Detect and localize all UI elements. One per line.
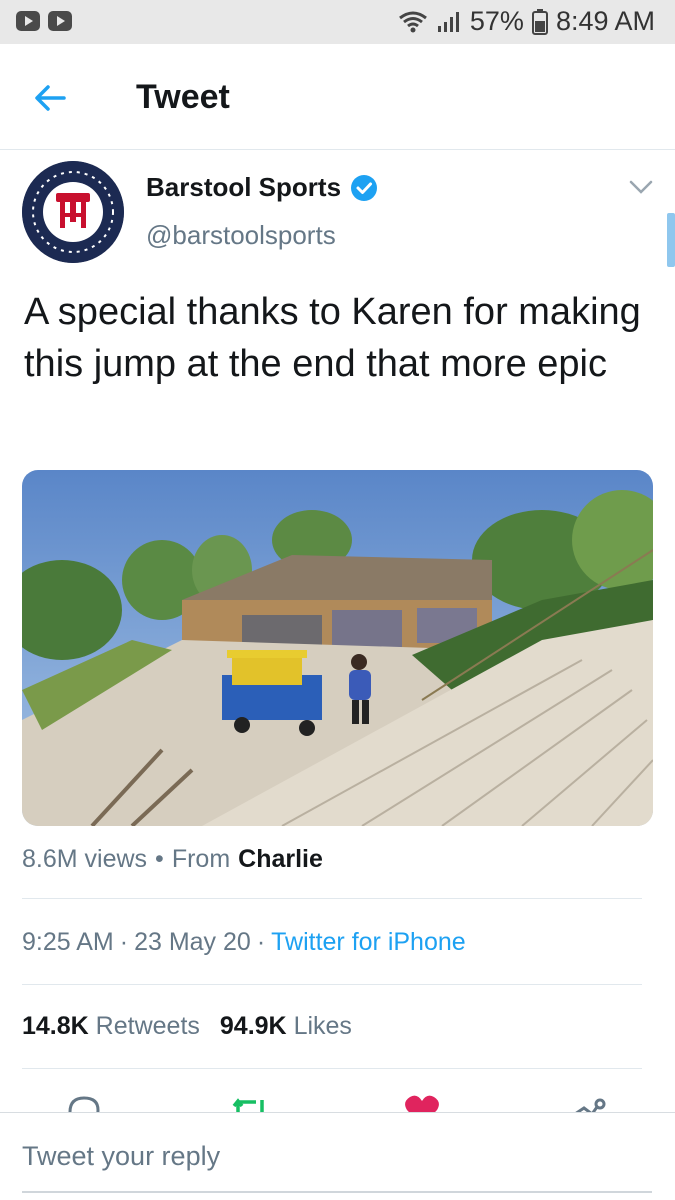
retweets-count: 14.8K [22, 1012, 89, 1040]
retweet-icon[interactable] [230, 1090, 270, 1112]
video-thumbnail [22, 470, 653, 826]
youtube-icon [48, 11, 72, 31]
from-label: From [171, 845, 231, 873]
reply-input[interactable]: Tweet your reply [22, 1141, 220, 1172]
likes-count: 94.9K [219, 1012, 287, 1040]
view-count-row: 8.6M views • From Charlie [22, 845, 323, 874]
verified-badge-icon [351, 174, 378, 201]
reply-underline [22, 1191, 652, 1193]
timestamp-row: 9:25 AM · 23 May 20 · Twitter for iPhone [22, 928, 466, 957]
divider [22, 898, 642, 899]
clock: 8:49 AM [555, 6, 655, 36]
tweet-date: 23 May 20 [134, 928, 251, 956]
wifi-icon [398, 11, 427, 32]
reply-bar: Tweet your reply [0, 1112, 675, 1200]
likes-stat[interactable]: 94.9K Likes [220, 1012, 352, 1041]
stats-row: 14.8K Retweets 94.9K Likes [22, 1012, 352, 1041]
scroll-indicator [667, 213, 675, 267]
app-header: Tweet [0, 44, 675, 150]
dot-separator: · [256, 928, 266, 956]
reply-icon[interactable] [64, 1090, 104, 1112]
like-icon[interactable] [402, 1090, 442, 1112]
separator: • [155, 845, 164, 873]
dot-separator: · [119, 928, 129, 956]
youtube-icon [16, 11, 40, 31]
tweet-text: A special thanks to Karen for making thi… [24, 291, 641, 385]
author-name-text: Barstool Sports [146, 172, 342, 202]
battery-icon [531, 8, 548, 35]
share-icon[interactable] [570, 1090, 610, 1112]
battery-percent: 57% [469, 6, 524, 36]
chevron-down-icon[interactable] [628, 178, 654, 196]
divider [22, 1068, 642, 1069]
signal-icon [437, 11, 459, 32]
divider [22, 984, 642, 985]
arrow-left-icon[interactable] [30, 78, 70, 118]
avatar[interactable] [22, 161, 124, 263]
action-bar [0, 1090, 675, 1112]
view-count: 8.6M views [22, 845, 148, 873]
system-icons: 57% 8:49 AM [398, 6, 655, 37]
barstool-logo-icon [22, 161, 124, 263]
author-handle[interactable]: @barstoolsports [146, 220, 336, 251]
tweet-video[interactable] [22, 470, 653, 826]
author-name[interactable]: Barstool Sports [146, 172, 379, 203]
page-title: Tweet [136, 78, 230, 116]
tweet-source-link[interactable]: Twitter for iPhone [271, 928, 466, 957]
status-bar: 57% 8:49 AM [0, 0, 675, 44]
retweets-label: Retweets [95, 1012, 200, 1040]
retweets-stat[interactable]: 14.8K Retweets [22, 1012, 200, 1041]
from-name[interactable]: Charlie [238, 845, 323, 874]
likes-label: Likes [293, 1012, 352, 1040]
tweet-time: 9:25 AM [22, 928, 114, 956]
notification-icons [16, 11, 72, 31]
